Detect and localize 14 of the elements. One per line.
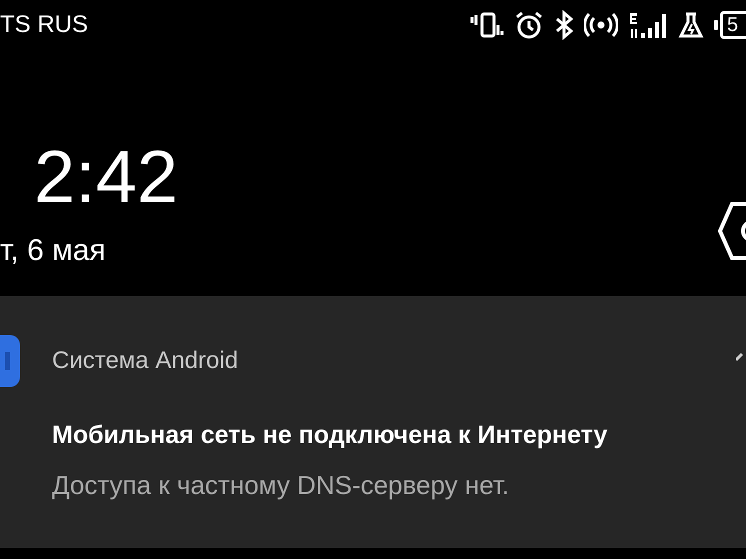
notification-card[interactable]: Система Android Мобильная сеть не подключена к Интернету Доступа к частному DNS-серверу нет. xyxy=(0,296,746,548)
signal-icon xyxy=(628,10,668,40)
battery-level-text: 5 xyxy=(720,11,746,39)
notification-title: Мобильная сеть не подключена к Интернету xyxy=(52,423,608,448)
carrier-name: TS RUS xyxy=(0,13,88,37)
vibrate-icon xyxy=(470,11,504,39)
bluetooth-icon xyxy=(554,10,574,40)
alarm-icon xyxy=(514,10,544,40)
hotspot-icon xyxy=(584,12,618,38)
notification-body: Доступа к частному DNS-серверу нет. xyxy=(52,472,510,498)
clock-time: 2:42 xyxy=(34,140,178,214)
app-name: Система Android xyxy=(52,349,238,373)
date-text: т, 6 мая xyxy=(0,236,106,266)
flask-icon xyxy=(678,11,704,39)
